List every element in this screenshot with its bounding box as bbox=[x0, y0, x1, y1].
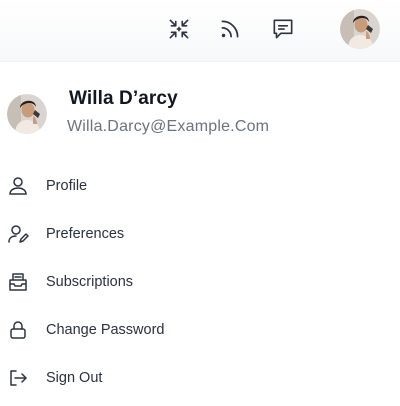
compress-icon[interactable] bbox=[164, 14, 194, 44]
top-navigation-bar bbox=[0, 0, 400, 62]
rss-feed-icon[interactable] bbox=[215, 14, 245, 44]
inbox-icon bbox=[6, 270, 30, 294]
user-avatar[interactable] bbox=[340, 9, 380, 49]
menu-item-label: Preferences bbox=[46, 226, 125, 242]
menu-item-profile[interactable]: Profile bbox=[0, 164, 400, 208]
menu-item-preferences[interactable]: Preferences bbox=[0, 212, 400, 256]
menu-item-subscriptions[interactable]: Subscriptions bbox=[0, 260, 400, 304]
user-email: Willa.Darcy@Example.Com bbox=[67, 118, 270, 135]
menu-item-label: Profile bbox=[46, 178, 88, 194]
menu-item-label: Change Password bbox=[46, 322, 165, 338]
menu-item-label: Sign Out bbox=[46, 370, 103, 386]
profile-avatar bbox=[7, 94, 47, 134]
menu-item-sign-out[interactable]: Sign Out bbox=[0, 356, 400, 400]
profile-header: Willa D’arcy Willa.Darcy@Example.Com bbox=[0, 76, 400, 148]
user-name: Willa D’arcy bbox=[69, 88, 178, 109]
user-icon bbox=[6, 174, 30, 198]
message-icon[interactable] bbox=[268, 14, 298, 44]
sign-out-icon bbox=[6, 366, 30, 390]
user-edit-icon bbox=[6, 222, 30, 246]
menu-item-change-password[interactable]: Change Password bbox=[0, 308, 400, 352]
menu-item-label: Subscriptions bbox=[46, 274, 134, 290]
lock-icon bbox=[6, 318, 30, 342]
